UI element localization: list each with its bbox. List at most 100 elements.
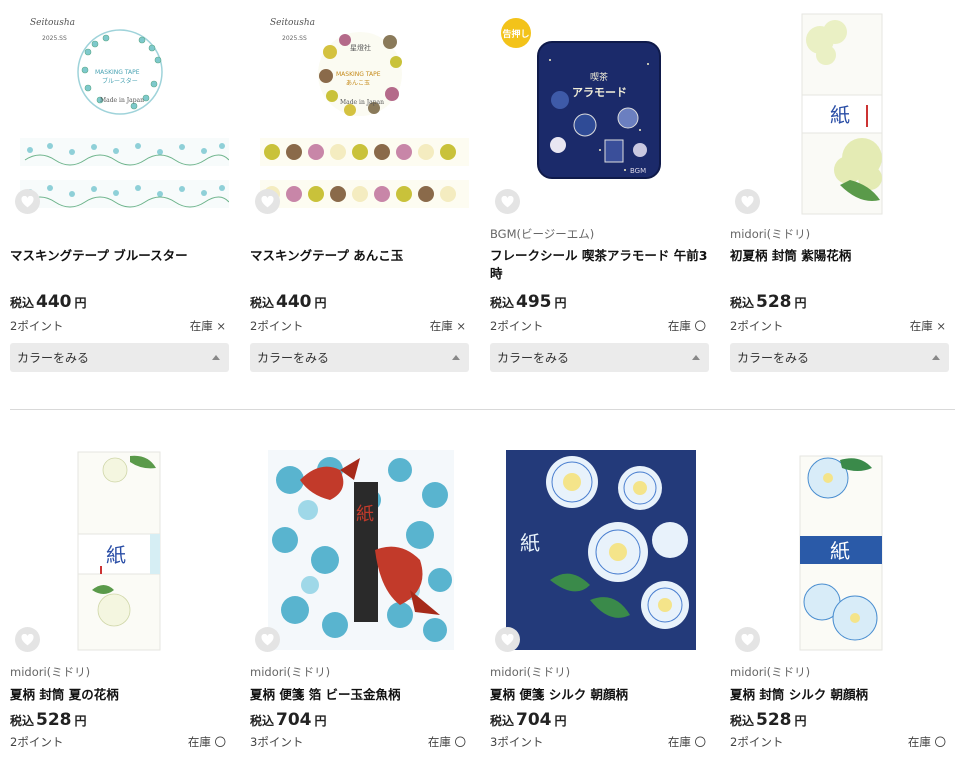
product-image[interactable]: Seitousha 2025.SS MASKING TAPE ブルースター Ma… xyxy=(10,0,229,218)
heart-icon xyxy=(501,195,514,207)
product-name[interactable]: フレークシール 喫茶アラモード 午前3時 xyxy=(490,247,709,283)
caret-up-icon xyxy=(692,355,700,360)
stock-status: 在庫 × xyxy=(909,319,946,333)
product-image[interactable]: 紙 xyxy=(490,440,709,656)
caret-up-icon xyxy=(452,355,460,360)
product-card[interactable]: 紙 midori(ミドリ) 初夏柄 封筒 紫陽花柄 税込 528 円 2ポイント 在… xyxy=(730,0,949,372)
product-price: 税込 704 円 xyxy=(490,709,709,731)
product-brand: midori(ミドリ) xyxy=(730,227,811,241)
view-colors-label: カラーをみる xyxy=(497,351,570,365)
product-image[interactable]: 紙 xyxy=(10,440,229,656)
favorite-button[interactable] xyxy=(495,627,520,652)
product-meta: 2ポイント 在庫 × xyxy=(250,316,469,336)
points-label: 2ポイント xyxy=(730,735,784,749)
image-kanji: 紙 xyxy=(830,539,850,563)
favorite-button[interactable] xyxy=(15,627,40,652)
favorite-button[interactable] xyxy=(15,189,40,214)
yen-label: 円 xyxy=(314,296,327,310)
product-meta: 3ポイント 在庫 〇 xyxy=(250,732,469,752)
caret-up-icon xyxy=(212,355,220,360)
price-value: 704 xyxy=(516,710,552,730)
product-image[interactable]: Seitousha 2025.SS 星燈社 MASKING TAPE あんこ玉 … xyxy=(250,0,469,218)
tax-label: 税込 xyxy=(250,296,275,310)
favorite-button[interactable] xyxy=(255,627,280,652)
product-name[interactable]: 夏柄 封筒 夏の花柄 xyxy=(10,686,229,704)
favorite-button[interactable] xyxy=(495,189,520,214)
points-label: 2ポイント xyxy=(10,735,64,749)
view-colors-button[interactable]: カラーをみる xyxy=(730,343,949,372)
stock-status: 在庫 × xyxy=(189,319,226,333)
image-sub-label: あんこ玉 xyxy=(346,80,370,87)
caret-up-icon xyxy=(932,355,940,360)
product-image[interactable]: 紙 xyxy=(730,440,949,656)
heart-icon xyxy=(21,633,34,645)
product-name[interactable]: 夏柄 便箋 箔 ビー玉金魚柄 xyxy=(250,686,469,704)
view-colors-button[interactable]: カラーをみる xyxy=(490,343,709,372)
product-image[interactable]: 紙 xyxy=(250,440,469,656)
image-title-top: 喫茶 xyxy=(590,71,608,83)
image-made-label: Made in Japan xyxy=(340,99,384,106)
product-name[interactable]: 夏柄 便箋 シルク 朝顔柄 xyxy=(490,686,709,704)
image-kanji: 紙 xyxy=(830,103,850,127)
view-colors-label: カラーをみる xyxy=(257,351,330,365)
image-kanji: 紙 xyxy=(520,531,540,555)
price-value: 528 xyxy=(36,710,72,730)
heart-icon xyxy=(21,195,34,207)
product-price: 税込 440 円 xyxy=(10,291,229,313)
product-card[interactable]: 喫茶 アラモード BGM 告押し BGM(ビージーエム) フレークシール 喫茶ア… xyxy=(490,0,709,372)
tax-label: 税込 xyxy=(10,296,35,310)
tax-label: 税込 xyxy=(730,714,755,728)
product-price: 税込 440 円 xyxy=(250,291,469,313)
product-price: 税込 528 円 xyxy=(730,709,949,731)
favorite-button[interactable] xyxy=(735,189,760,214)
view-colors-label: カラーをみる xyxy=(17,351,90,365)
heart-icon xyxy=(261,195,274,207)
product-card[interactable]: Seitousha 2025.SS 星燈社 MASKING TAPE あんこ玉 … xyxy=(250,0,469,372)
product-card[interactable]: 紙 midori(ミドリ) 夏柄 封筒 シルク 朝顔柄 税込 528 円 2ポイント… xyxy=(730,440,949,752)
product-image[interactable]: 紙 xyxy=(730,0,949,218)
image-kanji: 紙 xyxy=(356,504,374,525)
product-name[interactable]: 夏柄 封筒 シルク 朝顔柄 xyxy=(730,686,949,704)
product-name[interactable]: マスキングテープ あんこ玉 xyxy=(250,247,469,283)
tax-label: 税込 xyxy=(490,714,515,728)
tax-label: 税込 xyxy=(250,714,275,728)
favorite-button[interactable] xyxy=(735,627,760,652)
favorite-button[interactable] xyxy=(255,189,280,214)
yen-label: 円 xyxy=(74,296,87,310)
product-card[interactable]: 紙 midori(ミドリ) 夏柄 便箋 箔 ビー玉金魚柄 税込 704 円 3ポイン… xyxy=(250,440,469,752)
image-sub-label: ブルースター xyxy=(102,77,138,85)
image-kanji: 紙 xyxy=(106,543,126,567)
price-value: 440 xyxy=(36,292,72,312)
product-brand: midori(ミドリ) xyxy=(730,665,811,679)
recommend-badge: 告押し xyxy=(501,18,531,48)
stock-status: 在庫 〇 xyxy=(907,735,946,749)
points-label: 2ポイント xyxy=(490,319,544,333)
product-image[interactable]: 喫茶 アラモード BGM 告押し xyxy=(490,0,709,218)
product-card[interactable]: 紙 midori(ミドリ) 夏柄 封筒 夏の花柄 税込 528 円 2ポイント 在庫… xyxy=(10,440,229,752)
row-divider xyxy=(10,409,955,410)
heart-icon xyxy=(741,633,754,645)
points-label: 3ポイント xyxy=(250,735,304,749)
image-maker: BGM xyxy=(630,167,646,175)
points-label: 3ポイント xyxy=(490,735,544,749)
view-colors-button[interactable]: カラーをみる xyxy=(10,343,229,372)
stock-status: 在庫 × xyxy=(429,319,466,333)
yen-label: 円 xyxy=(794,296,807,310)
product-name[interactable]: マスキングテープ ブルースター xyxy=(10,247,229,283)
product-price: 税込 528 円 xyxy=(730,291,949,313)
stock-status: 在庫 〇 xyxy=(187,735,226,749)
stock-status: 在庫 〇 xyxy=(427,735,466,749)
product-card[interactable]: Seitousha 2025.SS MASKING TAPE ブルースター Ma… xyxy=(10,0,229,372)
view-colors-button[interactable]: カラーをみる xyxy=(250,343,469,372)
image-tape-label: MASKING TAPE xyxy=(336,71,381,78)
product-name[interactable]: 初夏柄 封筒 紫陽花柄 xyxy=(730,247,949,283)
points-label: 2ポイント xyxy=(10,319,64,333)
image-tape-label: MASKING TAPE xyxy=(95,69,140,76)
product-card[interactable]: 紙 midori(ミドリ) 夏柄 便箋 シルク 朝顔柄 税込 704 円 3ポイント… xyxy=(490,440,709,752)
stock-status: 在庫 〇 xyxy=(667,319,706,333)
product-brand: midori(ミドリ) xyxy=(250,665,331,679)
points-label: 2ポイント xyxy=(250,319,304,333)
yen-label: 円 xyxy=(314,714,327,728)
heart-icon xyxy=(501,633,514,645)
price-value: 528 xyxy=(756,710,792,730)
